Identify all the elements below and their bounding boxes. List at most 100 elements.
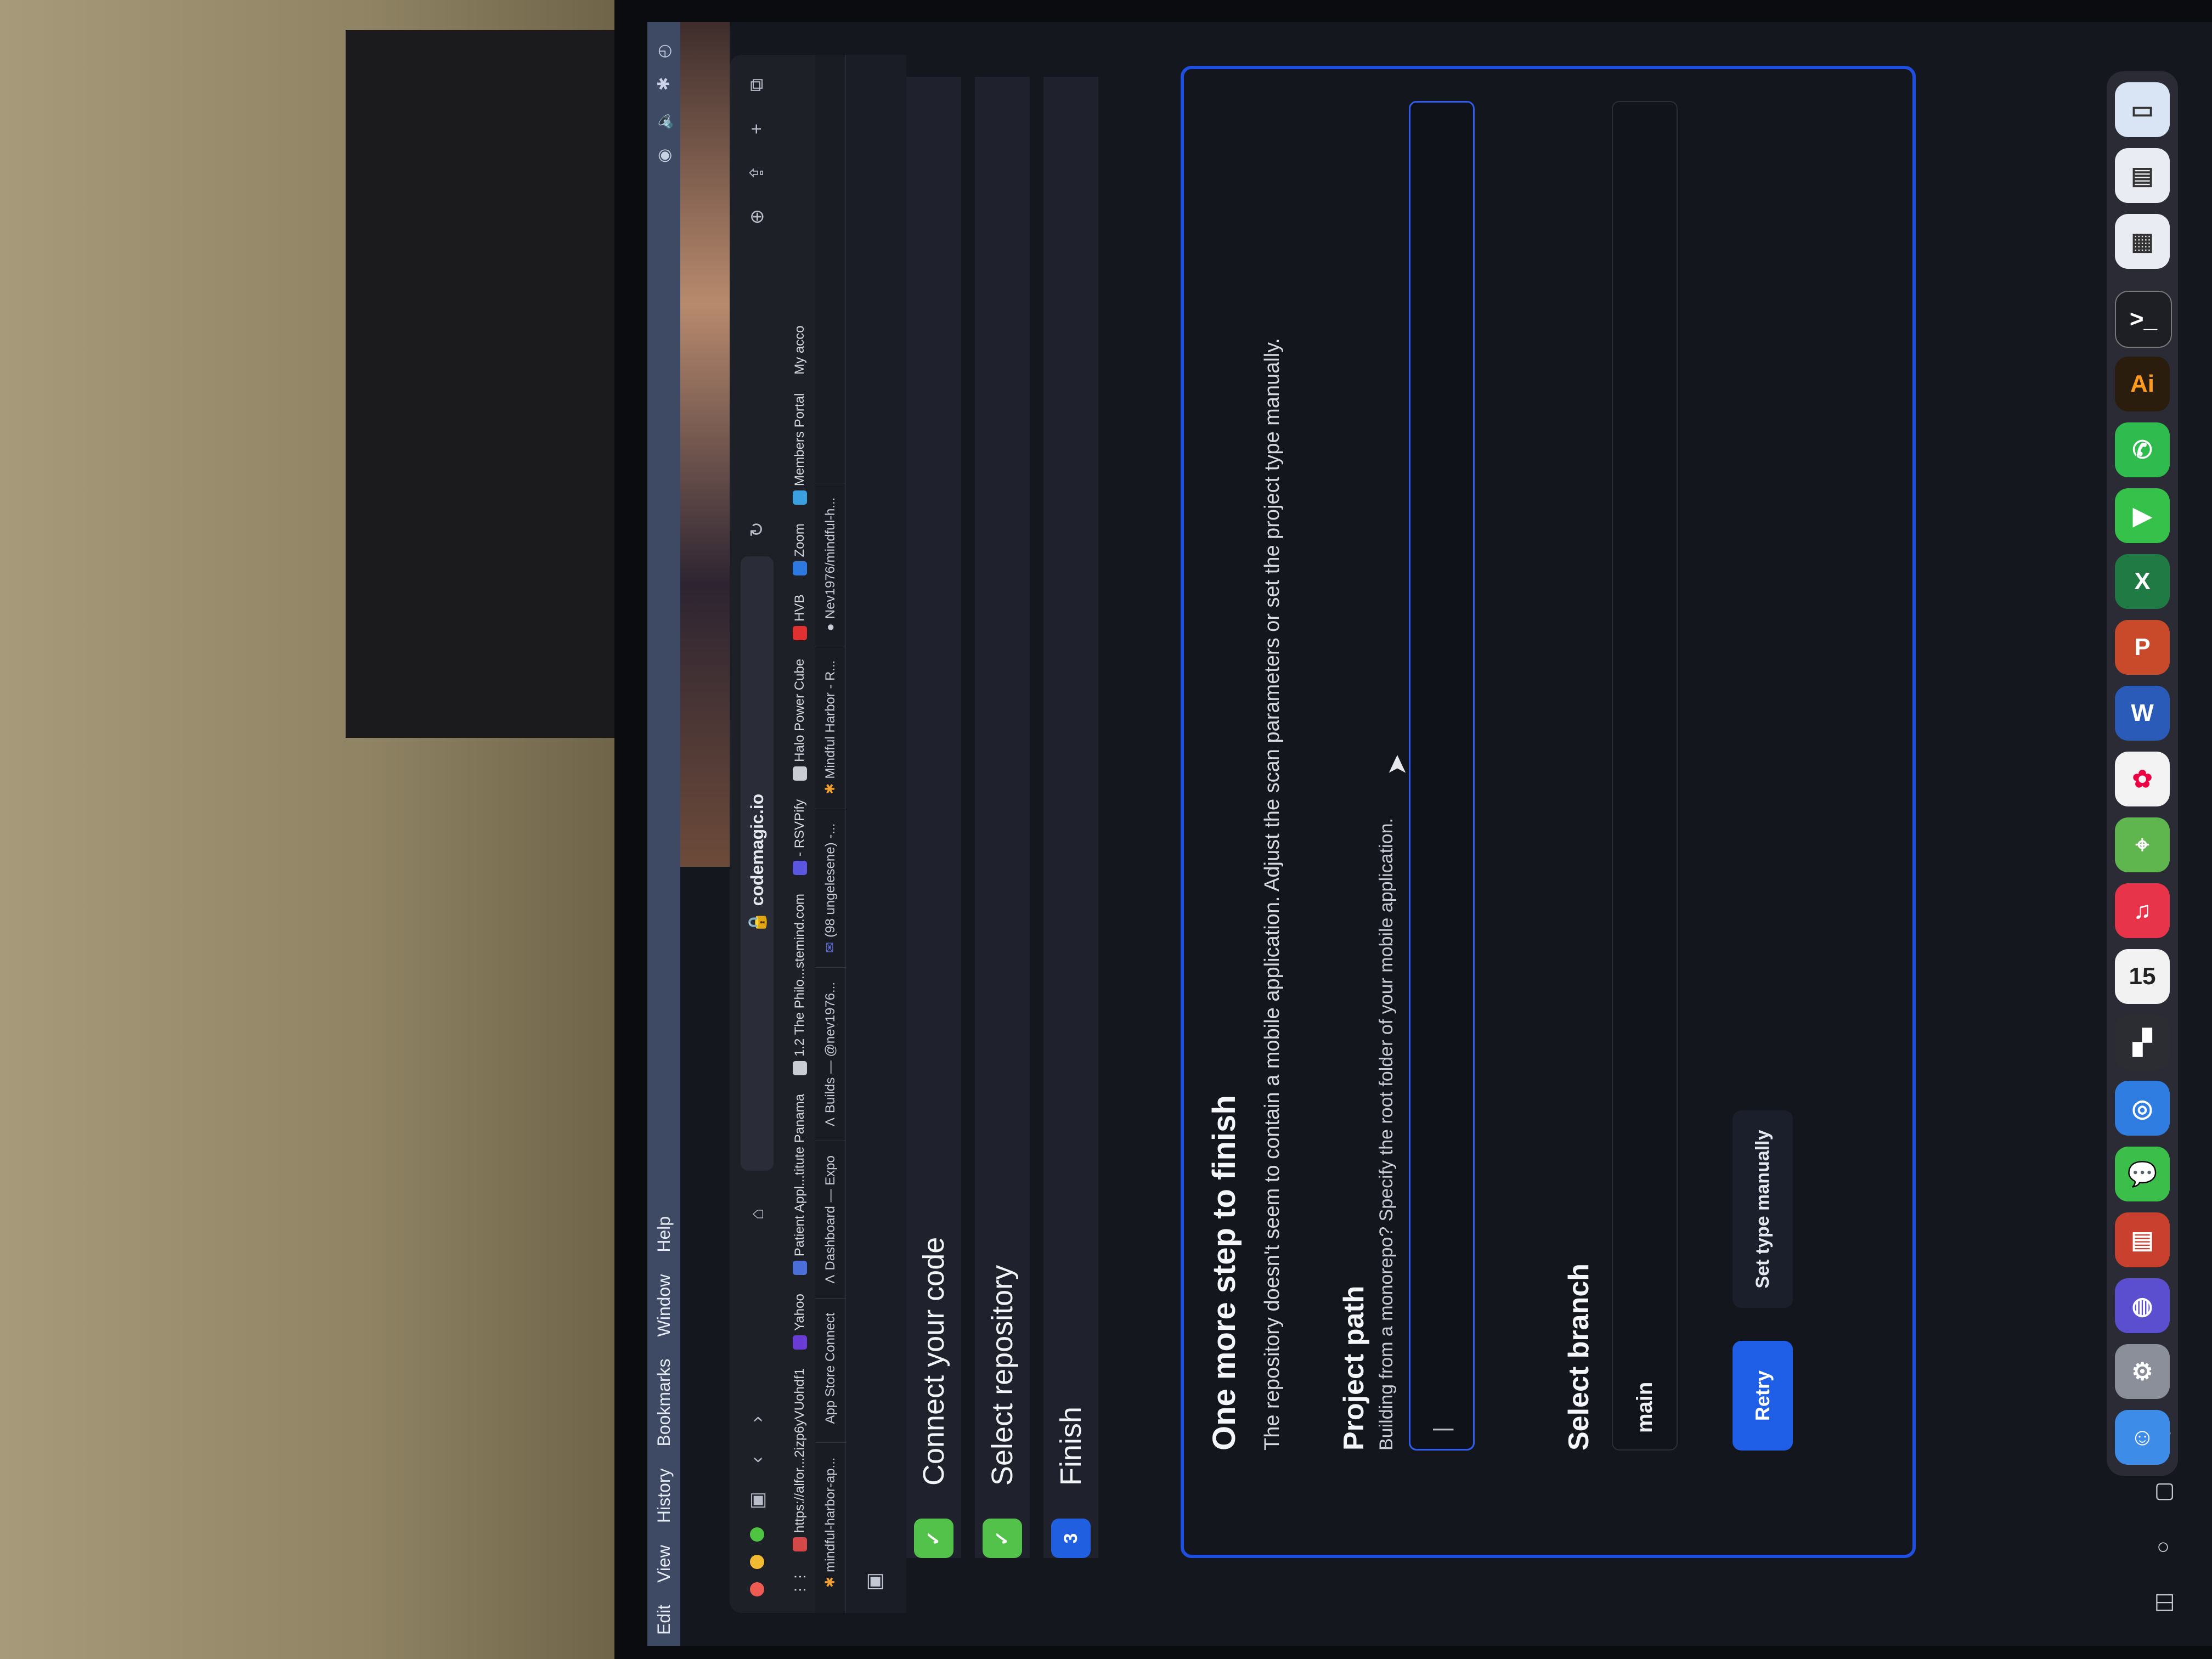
window-zoom-button[interactable] xyxy=(750,1527,764,1542)
codemagic-icon: ✱ xyxy=(823,783,838,794)
files-icon[interactable]: ▤ xyxy=(2115,148,2170,203)
notes-icon[interactable]: ▤ xyxy=(2115,1212,2170,1267)
illustrator-label: Ai xyxy=(2130,370,2154,397)
bookmark-item[interactable]: My acco xyxy=(792,325,808,374)
menu-history[interactable]: History xyxy=(654,1469,674,1523)
step-done-check-icon: ✓ xyxy=(983,1519,1022,1558)
bookmark-item[interactable]: Yahoo xyxy=(792,1294,808,1350)
bookmark-item[interactable]: https://alfor...2izp6yVUohdf1 xyxy=(792,1368,808,1551)
bookmark-item[interactable]: HVB xyxy=(792,594,808,640)
back-arrow-icon[interactable]: ‹ xyxy=(747,1446,768,1474)
github-icon: ● xyxy=(822,623,838,631)
step-connect-code[interactable]: ✓ Connect your code xyxy=(912,1237,956,1558)
forward-arrow-icon[interactable]: › xyxy=(747,1406,768,1433)
new-tab-icon[interactable]: + xyxy=(746,115,768,143)
bookmark-favicon-icon xyxy=(793,860,807,875)
expo-icon: Λ xyxy=(822,1274,838,1284)
volume-icon[interactable]: 🔈 xyxy=(654,109,674,129)
step-select-repository[interactable]: ✓ Select repository xyxy=(980,1265,1024,1558)
app-menu-icon[interactable]: ▣ xyxy=(862,1572,885,1591)
retry-button[interactable]: Retry xyxy=(1733,1341,1793,1451)
menubar-status-icons: ◉ 🔈 ✱ ◴ xyxy=(654,22,674,163)
menu-edit[interactable]: Edit xyxy=(654,1605,674,1635)
panel-icon[interactable]: ◫ xyxy=(2151,1592,2194,1613)
download-icon[interactable]: ⊕ xyxy=(746,203,768,230)
bookmark-favicon-icon xyxy=(793,490,807,505)
codemagic-icon: ✱ xyxy=(823,1576,838,1588)
tab-item[interactable]: ✉ (98 ungelesene) -... xyxy=(815,808,846,967)
app-header: ▣ xyxy=(846,55,906,1613)
bookmarks-bar: ⋮⋮ https://alfor...2izp6yVUohdf1 Yahoo P… xyxy=(785,55,815,1613)
window-close-button[interactable] xyxy=(750,1582,764,1596)
maps-icon[interactable]: ⌖ xyxy=(2115,817,2170,872)
project-path-input[interactable]: | xyxy=(1409,101,1475,1451)
step-finish[interactable]: 3 Finish xyxy=(1049,1407,1093,1558)
word-icon[interactable]: W xyxy=(2115,686,2170,741)
bookmark-item[interactable]: - RSVPify xyxy=(792,799,808,875)
excel-icon[interactable]: X xyxy=(2115,554,2170,609)
bookmark-item[interactable]: Members Portal xyxy=(792,393,808,505)
toolbar-right-actions: ⊕ ⇪ + ⧉ xyxy=(746,55,768,230)
music-icon[interactable]: ♫ xyxy=(2115,883,2170,938)
setup-wizard: ✓ Connect your code ✓ Select repository … xyxy=(906,66,2141,1558)
share-icon[interactable]: ⇪ xyxy=(746,159,768,187)
tab-overview-icon[interactable]: ⧉ xyxy=(746,71,768,99)
step-done-check-icon: ✓ xyxy=(914,1519,953,1558)
reload-icon[interactable]: ↻ xyxy=(746,516,768,543)
address-bar[interactable]: 🔒 codemagic.io xyxy=(741,556,774,1171)
bookmarks-grid-icon[interactable]: ⋮⋮ xyxy=(792,1570,808,1596)
tab-item[interactable]: ✱ mindful-harbor-ap... xyxy=(815,1442,846,1602)
bookmark-favicon-icon xyxy=(793,1537,807,1551)
menu-view[interactable]: View xyxy=(654,1545,674,1583)
browser-toolbar: ▣ ‹ › ⌂ 🔒 codemagic.io ↻ ⊕ ⇪ + ⧉ xyxy=(730,55,785,1613)
launchpad-icon[interactable]: ⚙ xyxy=(2115,1344,2170,1399)
menu-bookmarks[interactable]: Bookmarks xyxy=(654,1358,674,1446)
sidebar-toggle-icon[interactable]: ▣ xyxy=(746,1487,768,1514)
branch-select[interactable]: main xyxy=(1612,101,1678,1451)
siri-icon[interactable]: ◍ xyxy=(2115,1278,2170,1333)
safari-icon[interactable]: ◎ xyxy=(2115,1081,2170,1136)
menu-help[interactable]: Help xyxy=(654,1216,674,1252)
calendar-day: 15 xyxy=(2129,963,2156,990)
photos-icon[interactable]: ✿ xyxy=(2115,752,2170,806)
set-type-manually-button[interactable]: Set type manually xyxy=(1733,1110,1793,1308)
window-minimize-button[interactable] xyxy=(750,1555,764,1569)
mouse-cursor-icon: ➤ xyxy=(1383,753,1412,776)
tab-item[interactable]: Λ Builds — @nev1976... xyxy=(815,967,846,1141)
circle-icon[interactable]: ○ xyxy=(2151,1541,2194,1554)
powerpoint-icon[interactable]: P xyxy=(2115,620,2170,675)
preview-icon[interactable]: ▦ xyxy=(2115,214,2170,269)
slack-icon[interactable]: ▞ xyxy=(2115,1015,2170,1070)
tab-item[interactable]: ● Nev1976/mindful-h... xyxy=(815,482,846,646)
bookmark-favicon-icon xyxy=(793,625,807,640)
bookmark-item[interactable]: Halo Power Cube xyxy=(792,659,808,781)
step-number-badge: 3 xyxy=(1051,1519,1091,1558)
facetime-icon[interactable]: ▶ xyxy=(2115,488,2170,543)
bookmark-item[interactable]: Patient Appl...titute Panama xyxy=(792,1094,808,1276)
home-icon[interactable]: ⌂ xyxy=(747,1200,768,1228)
card-description: The repository doesn't seem to contain a… xyxy=(1261,338,1284,1451)
screen: Edit View History Bookmarks Window Help … xyxy=(647,22,2212,1646)
finder-window-icon[interactable]: ▭ xyxy=(2115,82,2170,137)
illustrator-icon[interactable]: Ai xyxy=(2115,357,2170,411)
tab-bar: ✱ mindful-harbor-ap... App Store Connect … xyxy=(815,55,846,1613)
window-icon[interactable]: ▢ xyxy=(2151,1481,2194,1502)
bluetooth-icon[interactable]: ✱ xyxy=(654,77,674,91)
bookmark-item[interactable]: 1.2 The Philo...stemind.com xyxy=(792,894,808,1075)
bookmark-item[interactable]: Zoom xyxy=(792,523,808,576)
tab-item[interactable]: Λ Dashboard — Expo xyxy=(815,1141,846,1298)
menu-window[interactable]: Window xyxy=(654,1274,674,1337)
tab-item[interactable]: ✱ Mindful Harbor - R... xyxy=(815,645,846,809)
bookmark-favicon-icon xyxy=(793,1060,807,1075)
step-label: Finish xyxy=(1054,1406,1087,1486)
finder-icon[interactable]: ☺ xyxy=(2115,1410,2170,1465)
record-icon[interactable]: ◉ xyxy=(654,149,674,163)
calendar-icon[interactable]: 15 xyxy=(2115,949,2170,1004)
address-url: codemagic.io xyxy=(747,793,767,906)
terminal-icon[interactable]: >_ xyxy=(2115,291,2172,348)
whatsapp-icon[interactable]: ✆ xyxy=(2115,422,2170,477)
clock-icon[interactable]: ◴ xyxy=(654,44,674,58)
tab-item[interactable]: App Store Connect xyxy=(815,1297,846,1443)
wizard-steps: ✓ Connect your code ✓ Select repository … xyxy=(906,66,1104,1558)
messages-icon[interactable]: 💬 xyxy=(2115,1147,2170,1201)
